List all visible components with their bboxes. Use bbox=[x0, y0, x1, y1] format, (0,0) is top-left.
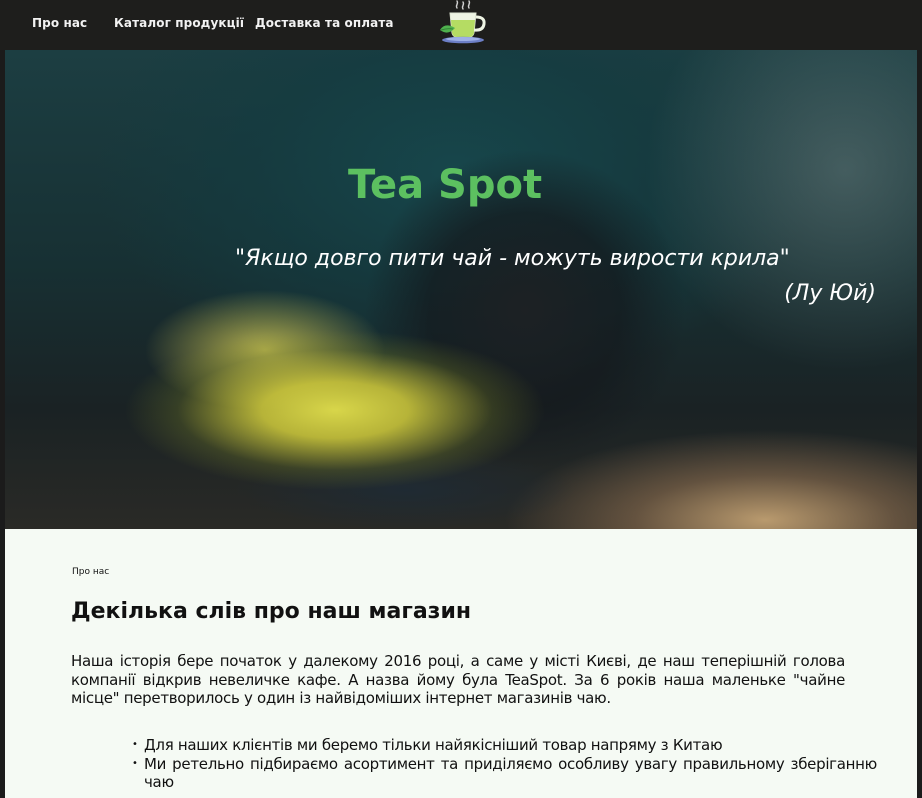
nav-link-catalog[interactable]: Каталог продукції bbox=[114, 16, 244, 30]
tea-cup-logo-icon[interactable] bbox=[436, 0, 488, 48]
list-item: Для наших клієнтів ми беремо тільки найя… bbox=[132, 736, 877, 755]
top-navigation: Про нас Каталог продукції Доставка та оп… bbox=[0, 0, 922, 50]
hero-quote: "Якщо довго пити чай - можуть вирости кр… bbox=[235, 246, 790, 271]
nav-link-delivery[interactable]: Доставка та оплата bbox=[255, 16, 394, 30]
features-list: Для наших клієнтів ми беремо тільки найя… bbox=[132, 736, 877, 792]
hero-title: Tea Spot bbox=[348, 162, 543, 208]
breadcrumb[interactable]: Про нас bbox=[72, 567, 109, 577]
about-intro-text: Наша історія бере початок у далекому 201… bbox=[71, 652, 845, 707]
hero-banner: Tea Spot "Якщо довго пити чай - можуть в… bbox=[5, 50, 917, 529]
nav-link-about[interactable]: Про нас bbox=[32, 16, 87, 30]
hero-quote-author: (Лу Юй) bbox=[784, 281, 876, 306]
about-section: Про нас Декілька слів про наш магазин На… bbox=[5, 529, 917, 798]
section-title: Декілька слів про наш магазин bbox=[71, 599, 472, 624]
list-item: Ми ретельно підбираємо асортимент та при… bbox=[132, 755, 877, 792]
